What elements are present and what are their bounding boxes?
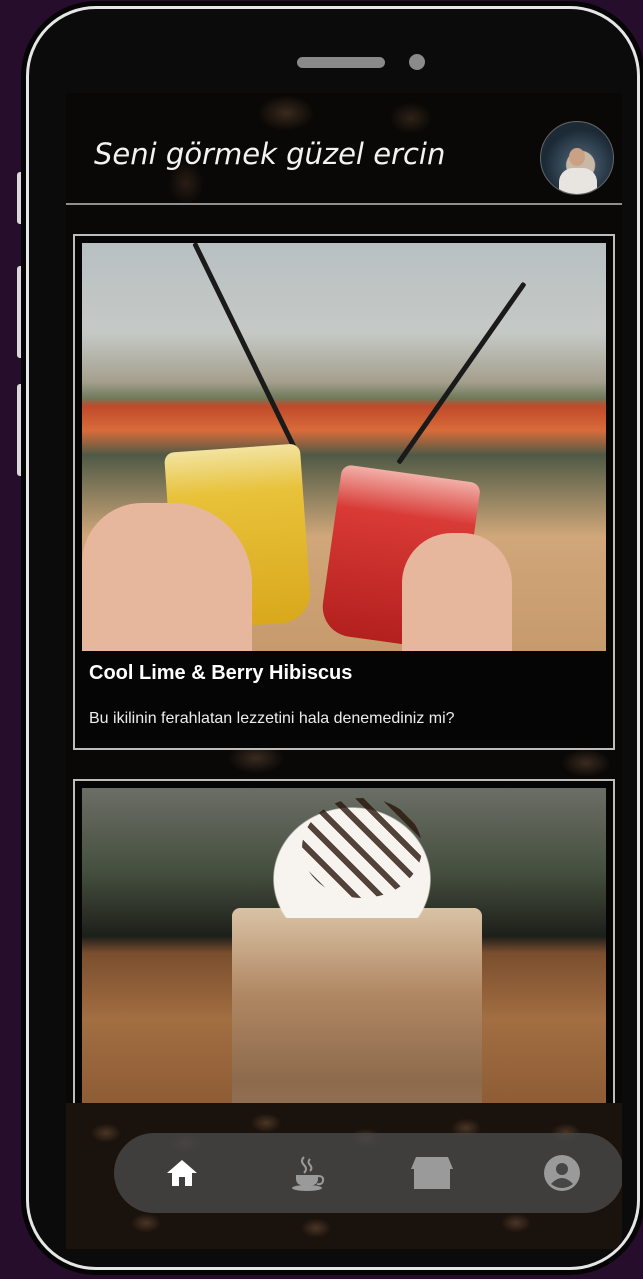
nav-profile[interactable] bbox=[540, 1151, 584, 1195]
front-camera bbox=[409, 54, 425, 70]
bottom-nav bbox=[114, 1133, 622, 1213]
coffee-cup-icon bbox=[292, 1156, 325, 1191]
product-card[interactable]: Cool Lime & Berry Hibiscus Bu ikilinin f… bbox=[73, 234, 615, 750]
phone-frame: Seni görmek güzel ercin Cool Lime & Berr… bbox=[26, 6, 640, 1270]
product-image bbox=[82, 788, 606, 1118]
home-icon bbox=[167, 1160, 197, 1186]
card-description: Bu ikilinin ferahlatan lezzetini hala de… bbox=[89, 710, 455, 727]
greeting-text: Seni görmek güzel ercin bbox=[94, 137, 446, 171]
chocolate-drizzle bbox=[302, 798, 422, 898]
app-screen: Seni görmek güzel ercin Cool Lime & Berr… bbox=[66, 93, 622, 1249]
nav-store[interactable] bbox=[410, 1151, 454, 1195]
header: Seni görmek güzel ercin bbox=[66, 93, 622, 205]
store-icon bbox=[411, 1157, 453, 1189]
frappe-cup bbox=[232, 908, 482, 1118]
card-title: Cool Lime & Berry Hibiscus bbox=[89, 662, 353, 684]
product-image bbox=[82, 243, 606, 651]
nav-coffee[interactable] bbox=[286, 1151, 330, 1195]
speaker-grille bbox=[297, 57, 385, 68]
avatar[interactable] bbox=[540, 121, 614, 195]
profile-icon bbox=[544, 1155, 580, 1191]
nav-home[interactable] bbox=[160, 1151, 204, 1195]
